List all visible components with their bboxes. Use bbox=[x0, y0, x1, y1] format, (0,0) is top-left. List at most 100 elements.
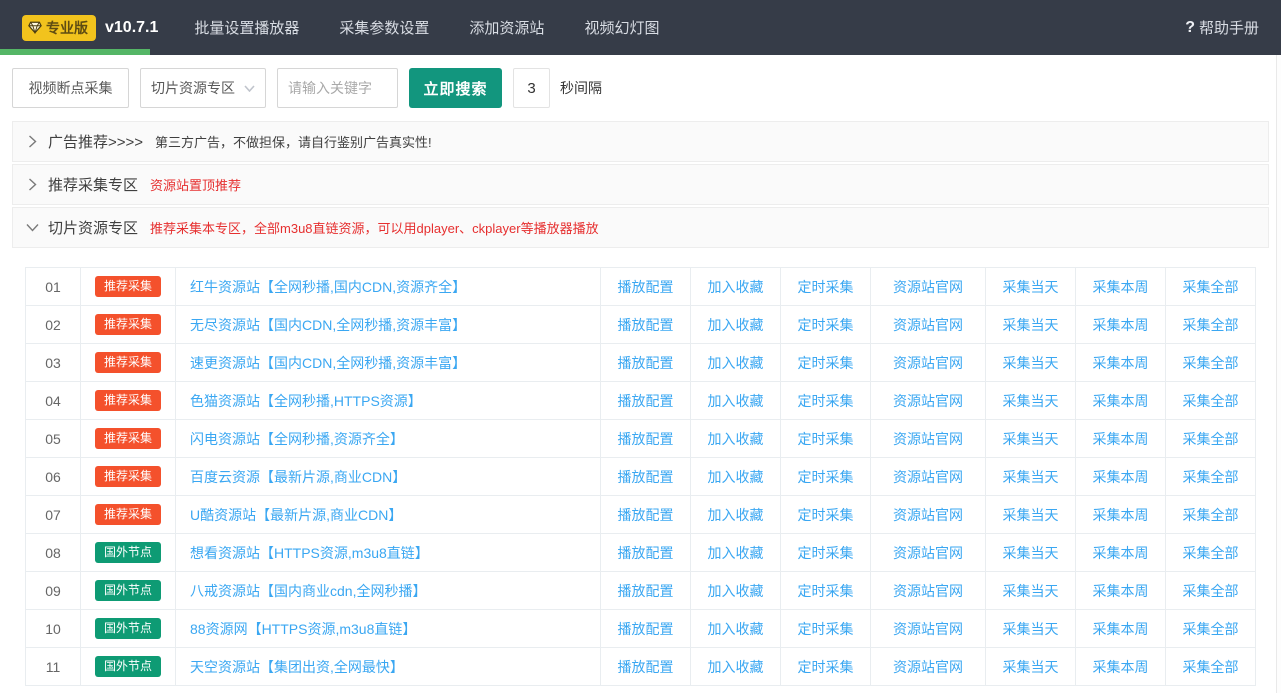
collect-all-link[interactable]: 采集全部 bbox=[1183, 621, 1239, 637]
section-slice-zone[interactable]: 切片资源专区 推荐采集本专区，全部m3u8直链资源，可以用dplayer、ckp… bbox=[12, 207, 1269, 248]
resource-name-link[interactable]: 速更资源站【国内CDN,全网秒播,资源丰富】 bbox=[190, 355, 466, 371]
collect-week-link[interactable]: 采集本周 bbox=[1093, 659, 1149, 675]
resource-name-link[interactable]: 八戒资源站【国内商业cdn,全网秒播】 bbox=[190, 583, 426, 599]
timed-collect-link[interactable]: 定时采集 bbox=[798, 279, 854, 295]
keyword-input[interactable] bbox=[277, 68, 398, 108]
add-favorite-link[interactable]: 加入收藏 bbox=[708, 545, 764, 561]
site-official-link[interactable]: 资源站官网 bbox=[893, 621, 963, 637]
section-ad-recommend[interactable]: 广告推荐>>>> 第三方广告，不做担保，请自行鉴别广告真实性! bbox=[12, 121, 1269, 162]
collect-all-link[interactable]: 采集全部 bbox=[1183, 545, 1239, 561]
play-config-link[interactable]: 播放配置 bbox=[618, 659, 674, 675]
collect-today-link[interactable]: 采集当天 bbox=[1003, 583, 1059, 599]
timed-collect-link[interactable]: 定时采集 bbox=[798, 583, 854, 599]
collect-all-link[interactable]: 采集全部 bbox=[1183, 279, 1239, 295]
collect-week-link[interactable]: 采集本周 bbox=[1093, 317, 1149, 333]
add-favorite-link[interactable]: 加入收藏 bbox=[708, 431, 764, 447]
play-config-link[interactable]: 播放配置 bbox=[618, 317, 674, 333]
category-select[interactable]: 切片资源专区 bbox=[140, 68, 266, 108]
timed-collect-link[interactable]: 定时采集 bbox=[798, 469, 854, 485]
search-button[interactable]: 立即搜索 bbox=[409, 68, 502, 108]
resource-name-link[interactable]: 闪电资源站【全网秒播,资源齐全】 bbox=[190, 431, 404, 447]
resource-name-link[interactable]: 百度云资源【最新片源,商业CDN】 bbox=[190, 469, 406, 485]
play-config-link[interactable]: 播放配置 bbox=[618, 355, 674, 371]
collect-all-link[interactable]: 采集全部 bbox=[1183, 317, 1239, 333]
collect-all-link[interactable]: 采集全部 bbox=[1183, 393, 1239, 409]
add-favorite-link[interactable]: 加入收藏 bbox=[708, 279, 764, 295]
collect-week-link[interactable]: 采集本周 bbox=[1093, 545, 1149, 561]
collect-week-link[interactable]: 采集本周 bbox=[1093, 279, 1149, 295]
collect-all-link[interactable]: 采集全部 bbox=[1183, 355, 1239, 371]
vertical-scrollbar[interactable] bbox=[1276, 55, 1281, 693]
collect-today-link[interactable]: 采集当天 bbox=[1003, 431, 1059, 447]
help-manual-link[interactable]: ? 帮助手册 bbox=[1185, 17, 1259, 38]
collect-week-link[interactable]: 采集本周 bbox=[1093, 431, 1149, 447]
site-official-link[interactable]: 资源站官网 bbox=[893, 545, 963, 561]
resource-name-link[interactable]: 天空资源站【集团出资,全网最快】 bbox=[190, 659, 404, 675]
resource-name-link[interactable]: 想看资源站【HTTPS资源,m3u8直链】 bbox=[190, 545, 429, 561]
collect-today-link[interactable]: 采集当天 bbox=[1003, 659, 1059, 675]
site-official-link[interactable]: 资源站官网 bbox=[893, 431, 963, 447]
site-official-link[interactable]: 资源站官网 bbox=[893, 583, 963, 599]
site-official-link[interactable]: 资源站官网 bbox=[893, 279, 963, 295]
play-config-link[interactable]: 播放配置 bbox=[618, 545, 674, 561]
timed-collect-link[interactable]: 定时采集 bbox=[798, 393, 854, 409]
collect-all-link[interactable]: 采集全部 bbox=[1183, 507, 1239, 523]
collect-today-link[interactable]: 采集当天 bbox=[1003, 469, 1059, 485]
collect-all-link[interactable]: 采集全部 bbox=[1183, 431, 1239, 447]
collect-today-link[interactable]: 采集当天 bbox=[1003, 355, 1059, 371]
add-favorite-link[interactable]: 加入收藏 bbox=[708, 659, 764, 675]
add-favorite-link[interactable]: 加入收藏 bbox=[708, 621, 764, 637]
timed-collect-link[interactable]: 定时采集 bbox=[798, 317, 854, 333]
timed-collect-link[interactable]: 定时采集 bbox=[798, 507, 854, 523]
collect-week-link[interactable]: 采集本周 bbox=[1093, 583, 1149, 599]
play-config-link[interactable]: 播放配置 bbox=[618, 393, 674, 409]
collect-week-link[interactable]: 采集本周 bbox=[1093, 393, 1149, 409]
collect-week-link[interactable]: 采集本周 bbox=[1093, 469, 1149, 485]
site-official-link[interactable]: 资源站官网 bbox=[893, 469, 963, 485]
resume-collect-button[interactable]: 视频断点采集 bbox=[12, 68, 129, 108]
site-official-link[interactable]: 资源站官网 bbox=[893, 317, 963, 333]
nav-item-add-source[interactable]: 添加资源站 bbox=[469, 17, 544, 38]
add-favorite-link[interactable]: 加入收藏 bbox=[708, 469, 764, 485]
collect-today-link[interactable]: 采集当天 bbox=[1003, 317, 1059, 333]
collect-today-link[interactable]: 采集当天 bbox=[1003, 621, 1059, 637]
play-config-link[interactable]: 播放配置 bbox=[618, 507, 674, 523]
resource-name-link[interactable]: 无尽资源站【国内CDN,全网秒播,资源丰富】 bbox=[190, 317, 466, 333]
resource-name-link[interactable]: U酷资源站【最新片源,商业CDN】 bbox=[190, 507, 402, 523]
collect-all-link[interactable]: 采集全部 bbox=[1183, 659, 1239, 675]
add-favorite-link[interactable]: 加入收藏 bbox=[708, 317, 764, 333]
collect-week-link[interactable]: 采集本周 bbox=[1093, 507, 1149, 523]
collect-today-link[interactable]: 采集当天 bbox=[1003, 545, 1059, 561]
nav-item-video-slideshow[interactable]: 视频幻灯图 bbox=[584, 17, 659, 38]
interval-input[interactable] bbox=[513, 68, 550, 108]
collect-week-link[interactable]: 采集本周 bbox=[1093, 355, 1149, 371]
add-favorite-link[interactable]: 加入收藏 bbox=[708, 393, 764, 409]
timed-collect-link[interactable]: 定时采集 bbox=[798, 355, 854, 371]
play-config-link[interactable]: 播放配置 bbox=[618, 279, 674, 295]
resource-name-link[interactable]: 红牛资源站【全网秒播,国内CDN,资源齐全】 bbox=[190, 279, 466, 295]
play-config-link[interactable]: 播放配置 bbox=[618, 621, 674, 637]
timed-collect-link[interactable]: 定时采集 bbox=[798, 545, 854, 561]
collect-all-link[interactable]: 采集全部 bbox=[1183, 583, 1239, 599]
add-favorite-link[interactable]: 加入收藏 bbox=[708, 355, 764, 371]
add-favorite-link[interactable]: 加入收藏 bbox=[708, 507, 764, 523]
play-config-link[interactable]: 播放配置 bbox=[618, 469, 674, 485]
collect-today-link[interactable]: 采集当天 bbox=[1003, 507, 1059, 523]
site-official-link[interactable]: 资源站官网 bbox=[893, 355, 963, 371]
site-official-link[interactable]: 资源站官网 bbox=[893, 659, 963, 675]
play-config-link[interactable]: 播放配置 bbox=[618, 431, 674, 447]
site-official-link[interactable]: 资源站官网 bbox=[893, 393, 963, 409]
add-favorite-link[interactable]: 加入收藏 bbox=[708, 583, 764, 599]
collect-all-link[interactable]: 采集全部 bbox=[1183, 469, 1239, 485]
site-official-link[interactable]: 资源站官网 bbox=[893, 507, 963, 523]
collect-week-link[interactable]: 采集本周 bbox=[1093, 621, 1149, 637]
collect-today-link[interactable]: 采集当天 bbox=[1003, 279, 1059, 295]
timed-collect-link[interactable]: 定时采集 bbox=[798, 659, 854, 675]
resource-name-link[interactable]: 色猫资源站【全网秒播,HTTPS资源】 bbox=[190, 393, 422, 409]
nav-item-batch-player[interactable]: 批量设置播放器 bbox=[194, 17, 299, 38]
collect-today-link[interactable]: 采集当天 bbox=[1003, 393, 1059, 409]
section-recommend-zone[interactable]: 推荐采集专区 资源站置顶推荐 bbox=[12, 164, 1269, 205]
timed-collect-link[interactable]: 定时采集 bbox=[798, 621, 854, 637]
timed-collect-link[interactable]: 定时采集 bbox=[798, 431, 854, 447]
resource-name-link[interactable]: 88资源网【HTTPS资源,m3u8直链】 bbox=[190, 621, 416, 637]
